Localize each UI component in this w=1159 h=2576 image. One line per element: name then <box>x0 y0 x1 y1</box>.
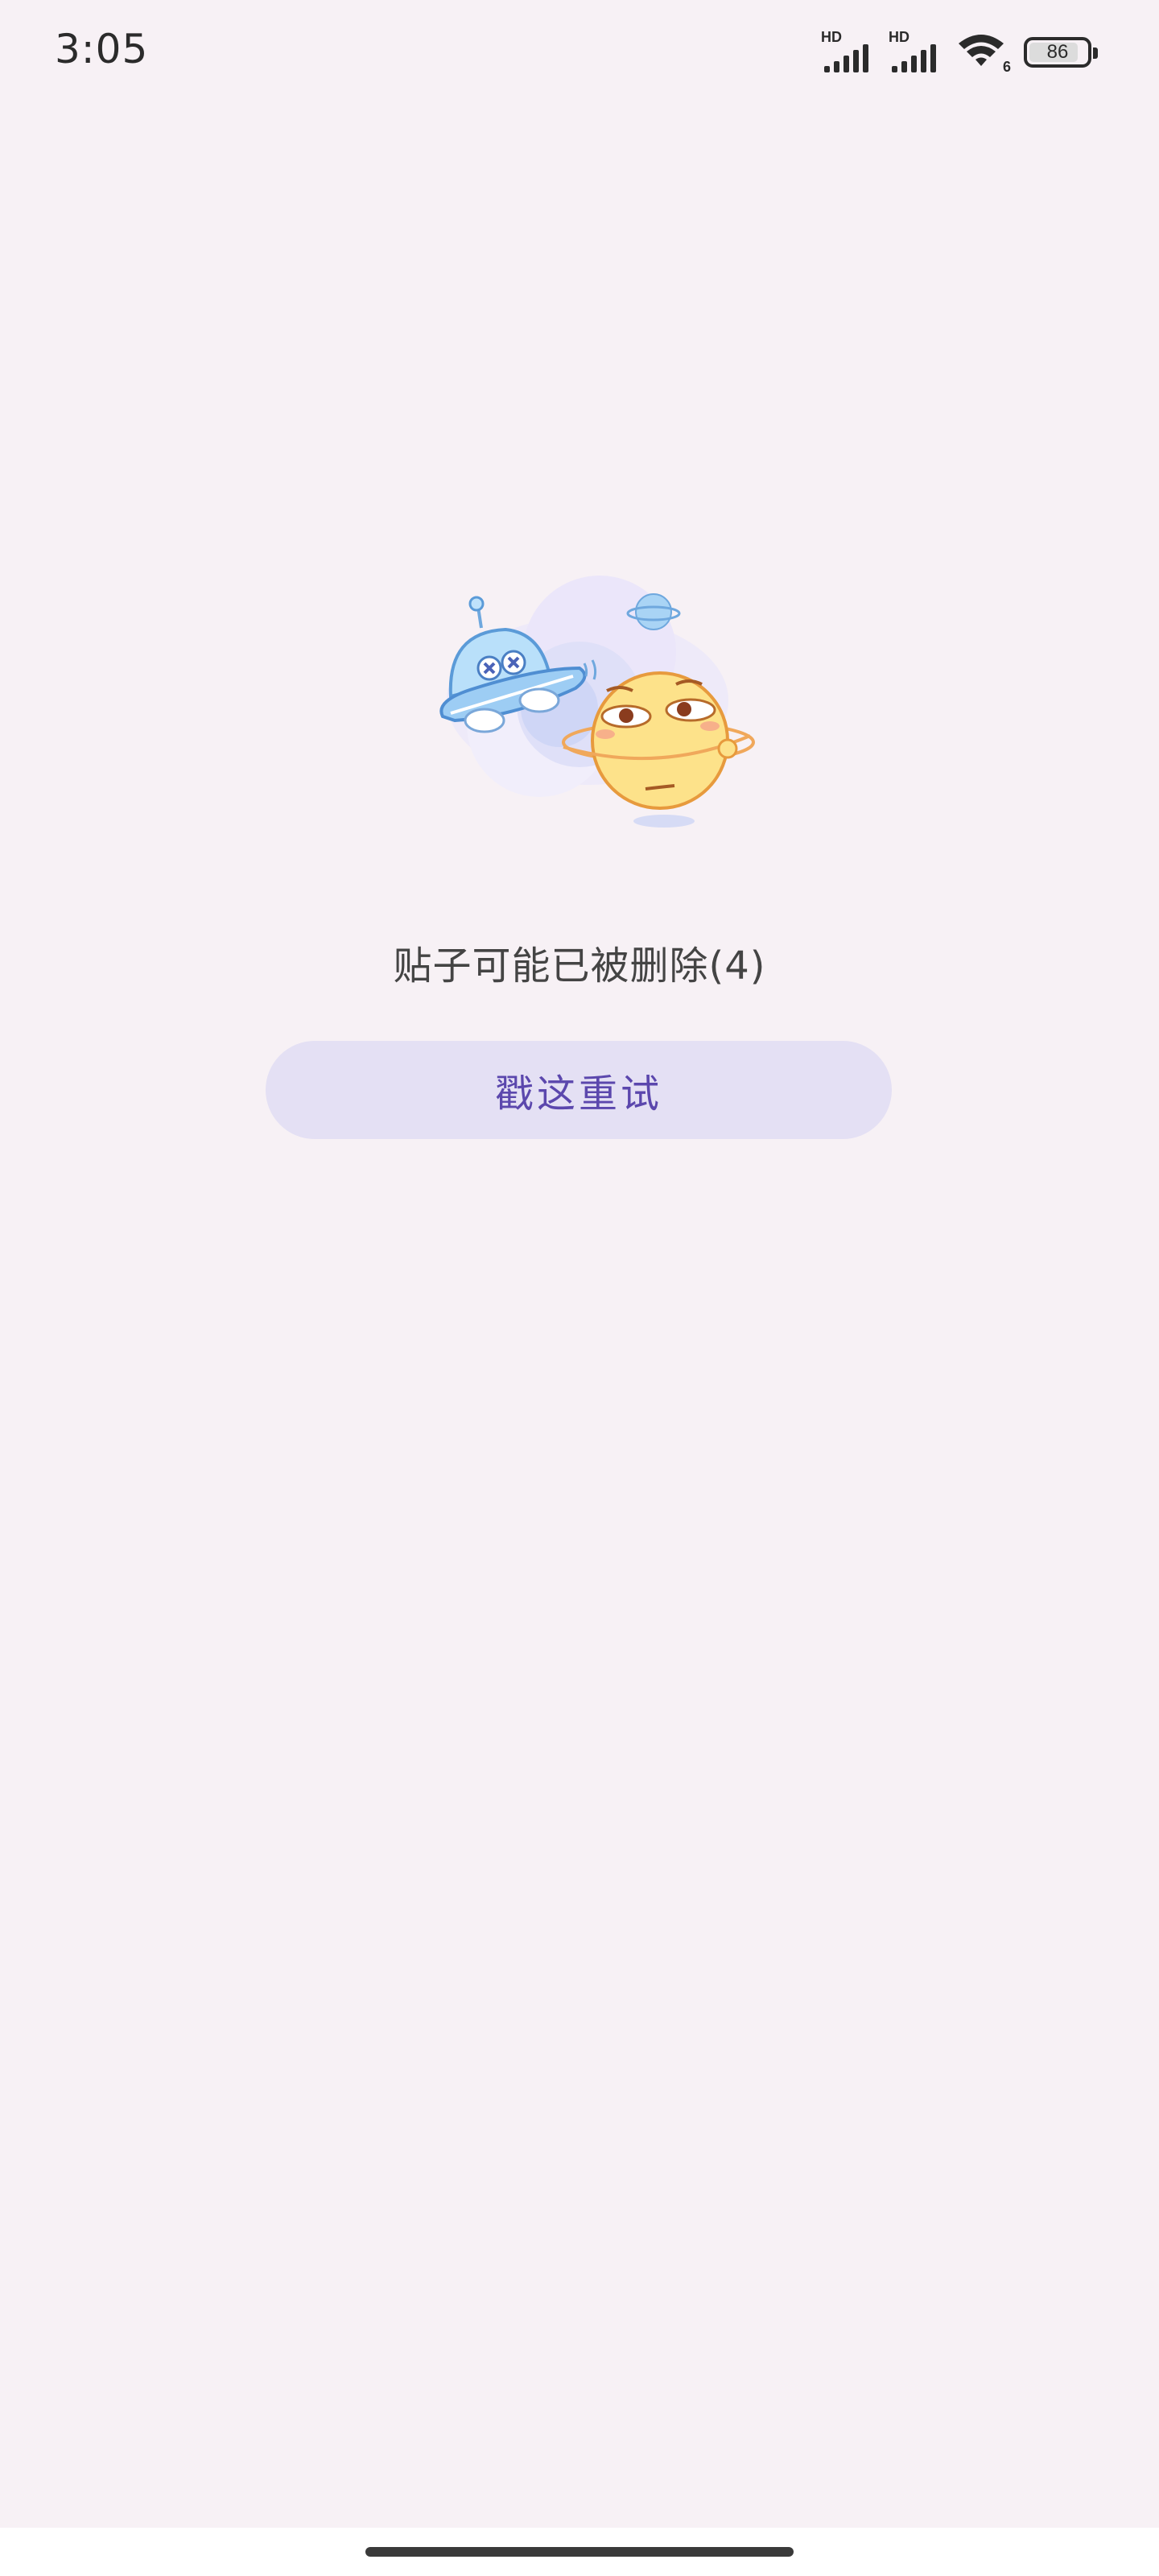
retry-button[interactable]: 戳这重试 <box>266 1041 892 1139</box>
battery-icon: 86 <box>1024 37 1098 68</box>
error-message: 贴子可能已被删除(4) <box>393 943 766 989</box>
wifi-badge: 6 <box>1002 59 1011 75</box>
wifi-icon: 6 <box>956 32 1011 75</box>
status-bar: 3:05 HD HD 6 86 <box>0 0 1159 105</box>
cellular-signal-1-icon: HD <box>821 29 874 72</box>
screen: 3:05 HD HD 6 86 贴子可能已被删除(4) 戳这重试 <box>0 0 1159 2576</box>
ufo-and-planet-illustration <box>419 555 757 845</box>
status-icons: HD HD 6 86 <box>821 29 1098 75</box>
status-time: 3:05 <box>55 26 149 72</box>
home-indicator[interactable] <box>365 2547 794 2557</box>
cellular-signal-2-icon: HD <box>889 29 942 72</box>
shadow <box>633 815 695 828</box>
battery-level: 86 <box>1046 41 1069 63</box>
